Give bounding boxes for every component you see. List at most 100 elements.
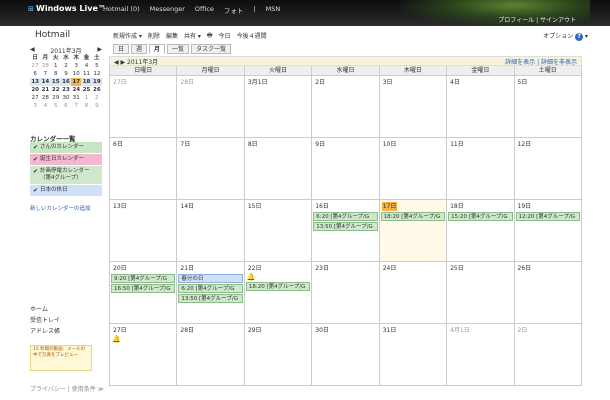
day-cell[interactable]: 4日: [447, 76, 515, 138]
printer-icon[interactable]: 🖶: [207, 31, 213, 41]
day-cell[interactable]: 3日: [379, 76, 448, 138]
day-number[interactable]: 31日: [382, 326, 398, 335]
mini-day[interactable]: 21: [40, 86, 50, 94]
footer-links[interactable]: プライバシー | 使用条件 ≫: [30, 384, 104, 393]
mini-day[interactable]: 11: [81, 70, 91, 78]
app-title[interactable]: Hotmail: [35, 30, 70, 40]
chevron-down-icon[interactable]: ▾: [583, 33, 588, 40]
calendar-event[interactable]: 18:20 [第4グループ/G: [380, 212, 446, 221]
detail-toggle[interactable]: 詳細を表示 | 詳細を非表示: [505, 57, 577, 66]
day-cell[interactable]: 17日 18:20 [第4グループ/G: [379, 200, 448, 262]
day-cell[interactable]: 27日 🔔: [110, 324, 178, 386]
day-number[interactable]: 4月1日: [449, 326, 471, 335]
day-cell[interactable]: 29日: [244, 324, 313, 386]
calendar-event[interactable]: 春分の日: [178, 274, 243, 283]
mini-day[interactable]: 20: [30, 86, 40, 94]
mini-day[interactable]: 8: [51, 70, 61, 78]
month-nav[interactable]: ◀ ▶ 2011年3月: [114, 57, 158, 66]
day-cell[interactable]: 4月1日: [447, 324, 515, 386]
mini-day[interactable]: 25: [81, 86, 91, 94]
calendar-list-item[interactable]: ✔ 日本の休日: [30, 185, 102, 196]
nav-contacts[interactable]: アドレス帳: [30, 326, 60, 337]
day-cell[interactable]: 10日: [379, 138, 448, 200]
day-number[interactable]: 4日: [449, 78, 461, 87]
help-icon[interactable]: ?: [575, 33, 584, 41]
day-cell[interactable]: 22日 🔔 18:20 [第4グループ/G: [244, 262, 313, 324]
mini-day[interactable]: 3: [71, 62, 81, 70]
mini-day[interactable]: 13: [30, 78, 41, 86]
day-number[interactable]: 10日: [382, 140, 398, 149]
checkbox-icon[interactable]: ✔: [33, 168, 38, 182]
bell-icon[interactable]: 🔔: [112, 335, 174, 343]
mini-day[interactable]: 3: [30, 102, 40, 110]
calendar-event[interactable]: 12:20 [第4グループ/G: [515, 212, 580, 221]
tab-tasks[interactable]: タスク一覧: [191, 44, 232, 54]
mini-day[interactable]: 2: [61, 62, 71, 70]
day-number[interactable]: 19日: [517, 202, 533, 211]
nav-hotmail[interactable]: Hotmail (0): [103, 5, 140, 15]
mini-day[interactable]: 27: [30, 94, 40, 102]
brand-link[interactable]: Windows Live™: [36, 4, 106, 13]
calendar-event[interactable]: 6:20 [第4グループ/G: [178, 284, 243, 293]
mini-day[interactable]: 6: [61, 102, 71, 110]
mini-day[interactable]: 15: [50, 78, 61, 86]
day-cell[interactable]: 19日 12:20 [第4グループ/G: [514, 200, 582, 262]
mini-day[interactable]: 24: [71, 86, 81, 94]
day-number[interactable]: 6日: [112, 140, 124, 149]
options-button[interactable]: オプション: [543, 33, 573, 40]
day-number[interactable]: 27日: [112, 326, 128, 335]
today-button[interactable]: 今日: [219, 31, 231, 41]
mini-day[interactable]: 1: [51, 62, 61, 70]
mini-day[interactable]: 22: [51, 86, 61, 94]
share-button[interactable]: 共有 ▾: [184, 31, 201, 41]
day-number[interactable]: 15日: [247, 202, 263, 211]
day-cell[interactable]: 7日: [177, 138, 245, 200]
calendar-list-item[interactable]: ✔ さんのカレンダー: [30, 142, 102, 153]
mini-day[interactable]: 10: [71, 70, 81, 78]
day-cell[interactable]: 31日: [379, 324, 448, 386]
day-number[interactable]: 21日: [179, 264, 195, 273]
nav-office[interactable]: Office: [195, 5, 214, 15]
nav-inbox[interactable]: 受信トレイ: [30, 315, 60, 326]
day-number[interactable]: 23日: [314, 264, 330, 273]
day-cell[interactable]: 6日: [110, 138, 178, 200]
mini-day[interactable]: 9: [61, 70, 71, 78]
mini-day[interactable]: 19: [91, 78, 102, 86]
calendar-list-item[interactable]: ✔ 計画停電カレンダー（第4グループ）: [30, 166, 102, 184]
checkbox-icon[interactable]: ✔: [33, 156, 38, 163]
day-cell[interactable]: 9日: [312, 138, 380, 200]
calendar-event[interactable]: 16:50 [第4グループ/G: [111, 284, 176, 293]
tab-list[interactable]: 一覧: [167, 44, 190, 54]
day-number[interactable]: 20日: [112, 264, 128, 273]
upcoming-button[interactable]: 今後４週間: [237, 31, 267, 41]
mini-day[interactable]: 28: [40, 62, 50, 70]
calendar-event[interactable]: 9:20 [第4グループ/G: [111, 274, 176, 283]
mini-day[interactable]: 29: [51, 94, 61, 102]
mini-day[interactable]: 9: [92, 102, 102, 110]
day-number[interactable]: 2日: [517, 326, 529, 335]
day-number[interactable]: 7日: [179, 140, 191, 149]
day-cell[interactable]: 28日: [177, 324, 245, 386]
day-cell[interactable]: 12日: [514, 138, 582, 200]
calendar-event[interactable]: 15:20 [第4グループ/G: [448, 212, 513, 221]
day-number[interactable]: 16日: [314, 202, 330, 211]
day-number[interactable]: 24日: [382, 264, 398, 273]
day-number[interactable]: 11日: [449, 140, 465, 149]
day-cell[interactable]: 2日: [514, 324, 582, 386]
mini-day[interactable]: 16: [60, 78, 72, 86]
tab-month[interactable]: 月: [149, 44, 166, 54]
mini-day[interactable]: 8: [81, 102, 91, 110]
day-number[interactable]: 9日: [314, 140, 326, 149]
bell-icon[interactable]: 🔔: [247, 273, 309, 281]
day-cell[interactable]: 25日: [447, 262, 515, 324]
day-cell[interactable]: 11日: [447, 138, 515, 200]
day-cell[interactable]: 18日 15:20 [第4グループ/G: [447, 200, 515, 262]
mini-day[interactable]: 5: [51, 102, 61, 110]
mini-day[interactable]: 1: [81, 94, 91, 102]
day-number[interactable]: 14日: [179, 202, 195, 211]
mini-day[interactable]: 30: [61, 94, 71, 102]
calendar-event[interactable]: 18:20 [第4グループ/G: [245, 282, 311, 291]
calendar-list-item[interactable]: ✔ 誕生日カレンダー: [30, 154, 102, 165]
day-number[interactable]: 29日: [247, 326, 263, 335]
new-button[interactable]: 新規作成 ▾: [113, 31, 142, 41]
